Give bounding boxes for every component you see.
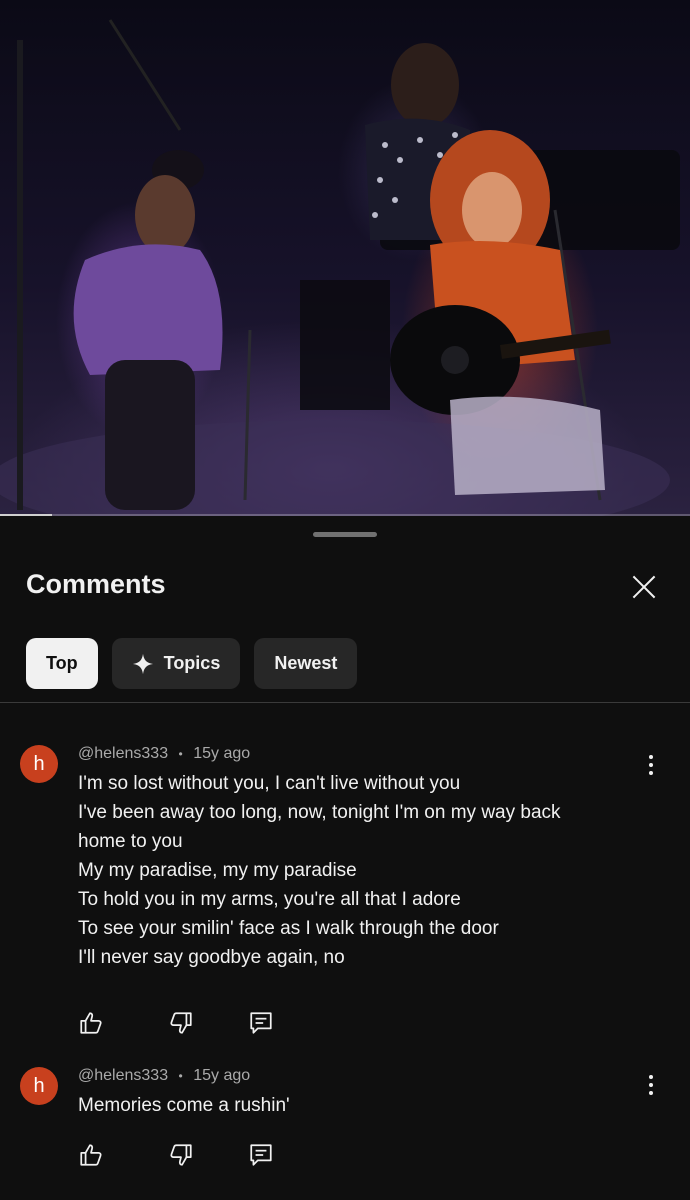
- comment-line: home to you: [78, 831, 183, 852]
- comment-body: Memories come a rushin': [78, 1091, 618, 1120]
- comment-author[interactable]: @helens333: [78, 1067, 168, 1084]
- chip-label: Topics: [163, 653, 221, 673]
- reply-icon[interactable]: [248, 1010, 274, 1036]
- chip-top[interactable]: Top: [26, 638, 98, 689]
- video-progress-bar[interactable]: [0, 514, 690, 516]
- comment-line: I'll never say goodbye again, no: [78, 947, 345, 968]
- more-vert-icon[interactable]: [640, 1073, 662, 1097]
- close-icon[interactable]: [626, 569, 662, 605]
- divider: [0, 702, 690, 703]
- comment-line: I've been away too long, now, tonight I'…: [78, 802, 561, 823]
- comment-meta: @helens333 • 15y ago: [78, 1067, 250, 1085]
- video-player[interactable]: [0, 0, 690, 516]
- avatar[interactable]: h: [20, 1067, 58, 1105]
- comment-line: Memories come a rushin': [78, 1095, 290, 1116]
- more-vert-icon[interactable]: [640, 753, 662, 777]
- thumbs-down-icon[interactable]: [168, 1010, 194, 1036]
- chip-topics[interactable]: Topics: [111, 638, 241, 689]
- thumbs-up-icon[interactable]: [78, 1142, 104, 1168]
- drag-handle[interactable]: [313, 532, 377, 537]
- sparkle-icon: [132, 653, 153, 674]
- chip-newest[interactable]: Newest: [254, 638, 358, 689]
- comment-actions: [78, 1010, 298, 1040]
- comment-time: 15y ago: [193, 1067, 251, 1084]
- comment-time: 15y ago: [193, 745, 251, 762]
- comment-author[interactable]: @helens333: [78, 745, 168, 762]
- comment-body: I'm so lost without you, I can't live wi…: [78, 769, 618, 972]
- thumbs-down-icon[interactable]: [168, 1142, 194, 1168]
- comments-sheet: Comments Top Topics Newest h @helens333 …: [0, 517, 690, 1200]
- comment-line: My my paradise, my my paradise: [78, 860, 357, 881]
- meta-separator: •: [178, 1069, 183, 1083]
- video-frame: [0, 19, 680, 516]
- comment-line: To hold you in my arms, you're all that …: [78, 889, 461, 910]
- avatar[interactable]: h: [20, 745, 58, 783]
- sheet-title: Comments: [26, 569, 166, 599]
- chip-label: Top: [46, 653, 78, 673]
- meta-separator: •: [178, 747, 183, 761]
- comment-actions: [78, 1142, 298, 1172]
- sort-chips: Top Topics Newest: [26, 638, 358, 689]
- comment-line: I'm so lost without you, I can't live wi…: [78, 773, 461, 794]
- reply-icon[interactable]: [248, 1142, 274, 1168]
- comment-line: To see your smilin' face as I walk throu…: [78, 918, 499, 939]
- chip-label: Newest: [274, 653, 338, 673]
- comment-meta: @helens333 • 15y ago: [78, 745, 250, 763]
- video-progress-fill: [0, 514, 52, 516]
- thumbs-up-icon[interactable]: [78, 1010, 104, 1036]
